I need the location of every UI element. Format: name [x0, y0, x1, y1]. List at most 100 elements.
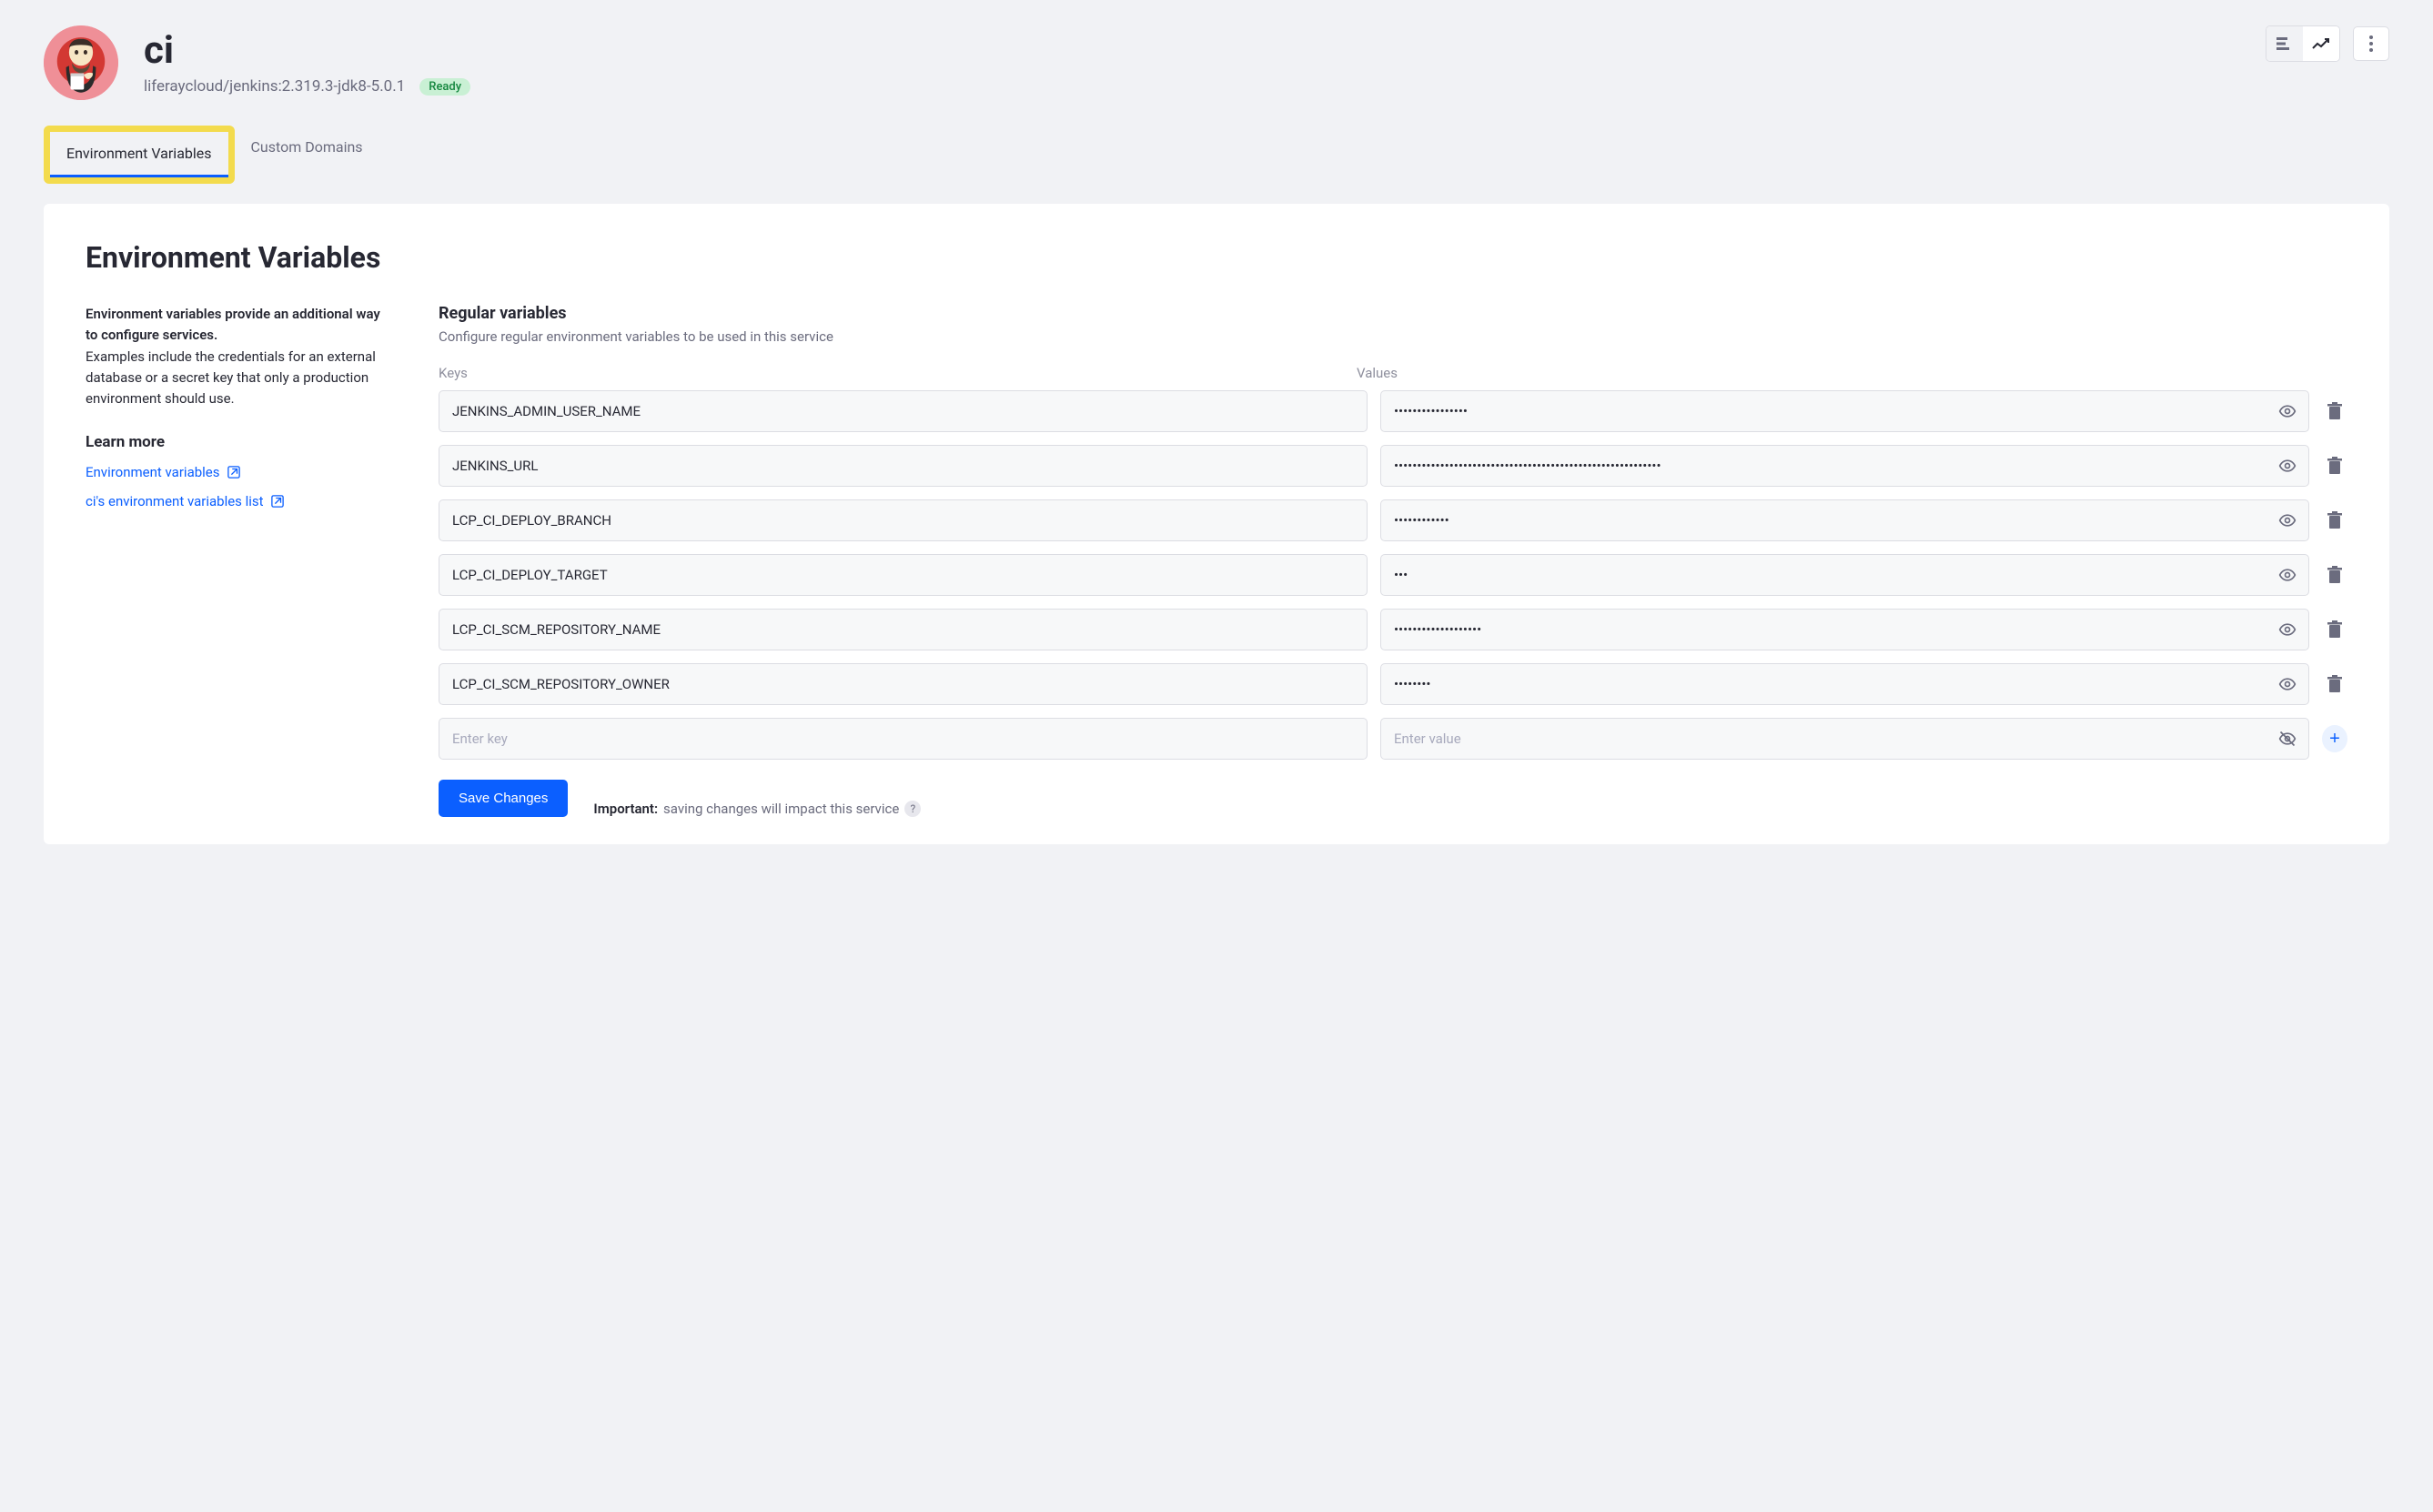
key-field	[439, 663, 1368, 705]
important-label: Important:	[593, 801, 658, 817]
key-field	[439, 554, 1368, 596]
toggle-visibility-button[interactable]	[2275, 508, 2300, 533]
variable-rows	[439, 390, 2347, 705]
title-block: ci liferaycloud/jenkins:2.319.3-jdk8-5.0…	[144, 30, 470, 96]
list-icon	[2277, 37, 2293, 50]
intro-bold: Environment variables provide an additio…	[86, 306, 380, 343]
variable-row	[439, 445, 2347, 487]
header-left: ci liferaycloud/jenkins:2.319.3-jdk8-5.0…	[44, 25, 470, 100]
value-input[interactable]	[1380, 499, 2309, 541]
variable-row	[439, 554, 2347, 596]
trash-icon	[2327, 402, 2343, 420]
sidebar-intro: Environment variables provide an additio…	[86, 304, 395, 409]
key-field	[439, 499, 1368, 541]
link-label: Environment variables	[86, 464, 220, 480]
toggle-visibility-button[interactable]	[2275, 562, 2300, 588]
add-variable-button[interactable]: +	[2322, 725, 2347, 752]
value-input[interactable]	[1380, 390, 2309, 432]
tab-environment-variables[interactable]: Environment Variables	[50, 132, 228, 177]
trash-icon	[2327, 457, 2343, 475]
eye-icon	[2278, 566, 2297, 584]
delete-variable-button[interactable]	[2323, 508, 2347, 533]
page-header: ci liferaycloud/jenkins:2.319.3-jdk8-5.0…	[44, 25, 2389, 100]
sidebar: Environment variables provide an additio…	[86, 304, 395, 817]
section-description: Configure regular environment variables …	[439, 328, 2347, 345]
content-row: Environment variables provide an additio…	[86, 304, 2347, 817]
key-input[interactable]	[439, 663, 1368, 705]
eye-off-icon	[2278, 730, 2297, 748]
key-input[interactable]	[439, 499, 1368, 541]
row-action	[2322, 508, 2347, 533]
row-action	[2322, 617, 2347, 642]
list-view-button[interactable]	[2266, 26, 2303, 61]
more-menu-button[interactable]	[2353, 26, 2389, 61]
intro-rest: Examples include the credentials for an …	[86, 348, 376, 408]
main-panel: Environment Variables Environment variab…	[44, 204, 2389, 844]
chart-view-button[interactable]	[2303, 26, 2339, 61]
value-field	[1380, 390, 2309, 432]
col-head-values: Values	[1357, 365, 2262, 381]
row-action	[2322, 671, 2347, 697]
delete-variable-button[interactable]	[2323, 671, 2347, 697]
header-right	[2266, 25, 2389, 62]
service-title: ci	[144, 30, 470, 72]
trash-icon	[2327, 675, 2343, 693]
section-title: Regular variables	[439, 304, 2347, 323]
variable-row	[439, 609, 2347, 650]
key-input[interactable]	[439, 445, 1368, 487]
row-action	[2322, 398, 2347, 424]
toggle-visibility-button[interactable]	[2275, 726, 2300, 751]
view-toggle-group	[2266, 25, 2340, 62]
value-input[interactable]	[1380, 663, 2309, 705]
key-input[interactable]	[439, 554, 1368, 596]
delete-variable-button[interactable]	[2323, 453, 2347, 479]
tab-highlight: Environment Variables	[44, 126, 235, 184]
link-env-variables[interactable]: Environment variables	[86, 464, 395, 480]
new-value-input[interactable]	[1380, 718, 2309, 760]
delete-variable-button[interactable]	[2323, 398, 2347, 424]
status-badge: Ready	[419, 78, 470, 96]
new-value-field	[1380, 718, 2309, 760]
row-action	[2322, 562, 2347, 588]
key-input[interactable]	[439, 609, 1368, 650]
eye-icon	[2278, 511, 2297, 529]
value-field	[1380, 445, 2309, 487]
value-input[interactable]	[1380, 445, 2309, 487]
external-link-icon	[227, 466, 240, 479]
toggle-visibility-button[interactable]	[2275, 453, 2300, 479]
main-column: Regular variables Configure regular envi…	[439, 304, 2347, 817]
help-icon[interactable]: ?	[904, 801, 921, 817]
save-button[interactable]: Save Changes	[439, 780, 568, 817]
eye-icon	[2278, 402, 2297, 420]
variable-row	[439, 499, 2347, 541]
value-input[interactable]	[1380, 609, 2309, 650]
service-image: liferaycloud/jenkins:2.319.3-jdk8-5.0.1	[144, 77, 405, 96]
eye-icon	[2278, 457, 2297, 475]
link-ci-env-variables-list[interactable]: ci's environment variables list	[86, 493, 395, 509]
row-action: +	[2322, 725, 2347, 752]
trash-icon	[2327, 566, 2343, 584]
jenkins-avatar-icon	[44, 25, 118, 100]
value-input[interactable]	[1380, 554, 2309, 596]
learn-more-heading: Learn more	[86, 433, 395, 451]
eye-icon	[2278, 620, 2297, 639]
variable-row	[439, 663, 2347, 705]
key-field	[439, 390, 1368, 432]
key-input[interactable]	[439, 390, 1368, 432]
toggle-visibility-button[interactable]	[2275, 398, 2300, 424]
tabs: Environment Variables Custom Domains	[44, 126, 2389, 184]
column-headers: Keys Values	[439, 365, 2347, 381]
footer-row: Save Changes Important: saving changes w…	[439, 780, 2347, 817]
toggle-visibility-button[interactable]	[2275, 671, 2300, 697]
delete-variable-button[interactable]	[2323, 617, 2347, 642]
trash-icon	[2327, 620, 2343, 639]
new-variable-row: +	[439, 718, 2347, 760]
key-field	[439, 609, 1368, 650]
value-field	[1380, 609, 2309, 650]
tab-custom-domains[interactable]: Custom Domains	[235, 126, 379, 184]
toggle-visibility-button[interactable]	[2275, 617, 2300, 642]
trash-icon	[2327, 511, 2343, 529]
new-key-input[interactable]	[439, 718, 1368, 760]
value-field	[1380, 499, 2309, 541]
delete-variable-button[interactable]	[2323, 562, 2347, 588]
